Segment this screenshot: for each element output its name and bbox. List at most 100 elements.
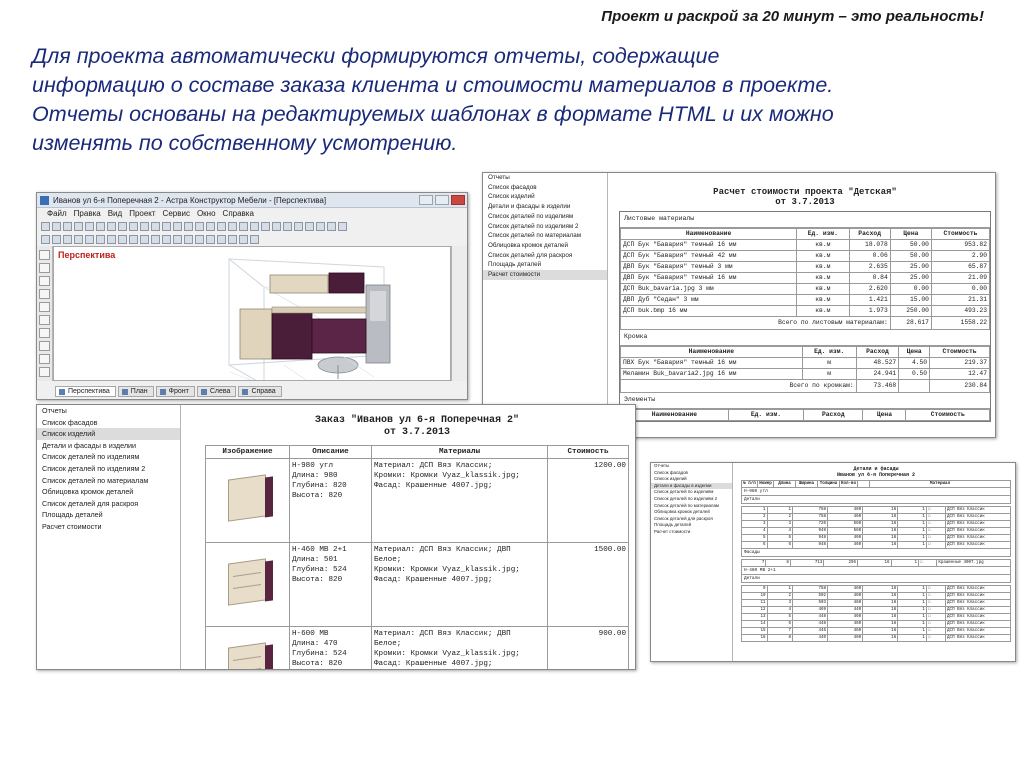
toolbar-button-icon[interactable]	[294, 222, 303, 231]
toolbar-button-icon[interactable]	[206, 235, 215, 244]
tool-icon[interactable]	[39, 289, 50, 299]
report-list-item[interactable]: Детали и фасады в изделии	[651, 482, 732, 490]
toolbar-button-icon[interactable]	[129, 235, 138, 244]
toolbar-button-icon[interactable]	[41, 235, 50, 244]
toolbar-button-icon[interactable]	[272, 222, 281, 231]
tab-right[interactable]: Справа	[238, 386, 282, 397]
toolbar-button-icon[interactable]	[129, 222, 138, 231]
tool-icon[interactable]	[39, 328, 50, 338]
toolbar-button-icon[interactable]	[206, 222, 215, 231]
toolbar-button-icon[interactable]	[327, 222, 336, 231]
toolbar-button-icon[interactable]	[338, 222, 347, 231]
menu-service[interactable]: Сервис	[163, 208, 190, 220]
minimize-icon[interactable]	[419, 195, 433, 205]
report-list-item[interactable]: Площадь деталей	[651, 522, 732, 529]
report-list-item[interactable]: Список фасадов	[483, 183, 607, 193]
toolbar-button-icon[interactable]	[118, 222, 127, 231]
report-list-item[interactable]: Площадь деталей	[483, 260, 607, 270]
report-list-item[interactable]: Список деталей для раскроя	[483, 251, 607, 261]
toolbar-button-icon[interactable]	[74, 235, 83, 244]
toolbar-button-icon[interactable]	[305, 222, 314, 231]
toolbar-button-icon[interactable]	[140, 235, 149, 244]
toolbar-button-icon[interactable]	[162, 235, 171, 244]
toolbar-button-icon[interactable]	[217, 222, 226, 231]
tool-icon[interactable]	[39, 315, 50, 325]
report-list-item[interactable]: Список деталей по материалам	[483, 231, 607, 241]
report-list-item[interactable]: Список деталей для раскроя	[37, 498, 180, 510]
toolbar-button-icon[interactable]	[228, 222, 237, 231]
tool-icon[interactable]	[39, 250, 50, 260]
report-list-item[interactable]: Площадь деталей	[37, 509, 180, 521]
toolbar-button-icon[interactable]	[195, 222, 204, 231]
toolbar-button-icon[interactable]	[250, 222, 259, 231]
toolbar-button-icon[interactable]	[195, 235, 204, 244]
report-list-item[interactable]: Список фасадов	[651, 470, 732, 477]
report-list-item[interactable]: Список деталей по изделиям	[651, 489, 732, 496]
toolbar-button-icon[interactable]	[107, 235, 116, 244]
tool-icon[interactable]	[39, 302, 50, 312]
tool-icon[interactable]	[39, 276, 50, 286]
toolbar-button-icon[interactable]	[151, 235, 160, 244]
report-list-item[interactable]: Список изделий	[483, 192, 607, 202]
report-list-item[interactable]: Облицовка кромок деталей	[483, 241, 607, 251]
menu-file[interactable]: Файл	[47, 208, 67, 220]
menu-project[interactable]: Проект	[129, 208, 155, 220]
toolbar-button-icon[interactable]	[63, 222, 72, 231]
toolbar-button-icon[interactable]	[74, 222, 83, 231]
toolbar-button-icon[interactable]	[173, 222, 182, 231]
report-list-item[interactable]: Список деталей по изделиям	[483, 212, 607, 222]
report-list-item[interactable]: Облицовка кромок деталей	[37, 486, 180, 498]
tool-icon[interactable]	[39, 367, 50, 377]
toolbar-button-icon[interactable]	[118, 235, 127, 244]
tool-icon[interactable]	[39, 341, 50, 351]
menu-edit[interactable]: Правка	[74, 208, 101, 220]
maximize-icon[interactable]	[435, 195, 449, 205]
report-list-item[interactable]: Список деталей для раскроя	[651, 516, 732, 523]
tab-plan[interactable]: План	[117, 386, 154, 397]
menu-view[interactable]: Вид	[108, 208, 122, 220]
toolbar-button-icon[interactable]	[85, 222, 94, 231]
report-list-item[interactable]: Список деталей по изделиям 2	[483, 222, 607, 232]
toolbar-button-icon[interactable]	[52, 222, 61, 231]
report-list-item[interactable]: Расчет стоимости	[651, 529, 732, 536]
close-icon[interactable]	[451, 195, 465, 205]
report-list-item[interactable]: Список деталей по материалам	[37, 475, 180, 487]
toolbar-button-icon[interactable]	[173, 235, 182, 244]
toolbar-button-icon[interactable]	[184, 235, 193, 244]
report-list-item[interactable]: Список деталей по изделиям	[37, 451, 180, 463]
report-list-item[interactable]: Расчет стоимости	[483, 270, 607, 280]
toolbar-button-icon[interactable]	[184, 222, 193, 231]
toolbar-button-icon[interactable]	[239, 222, 248, 231]
toolbar-button-icon[interactable]	[283, 222, 292, 231]
tab-left[interactable]: Слева	[196, 386, 237, 397]
toolbar-button-icon[interactable]	[85, 235, 94, 244]
tab-perspective[interactable]: Перспектива	[55, 386, 116, 397]
toolbar-button-icon[interactable]	[63, 235, 72, 244]
toolbar-button-icon[interactable]	[107, 222, 116, 231]
menu-window[interactable]: Окно	[197, 208, 216, 220]
report-list-item[interactable]: Детали и фасады в изделии	[37, 440, 180, 452]
report-list-item[interactable]: Список изделий	[651, 476, 732, 483]
toolbar-button-icon[interactable]	[96, 222, 105, 231]
report-list-item[interactable]: Список изделий	[37, 428, 180, 440]
toolbar-button-icon[interactable]	[96, 235, 105, 244]
toolbar-button-icon[interactable]	[239, 235, 248, 244]
toolbar-button-icon[interactable]	[217, 235, 226, 244]
toolbar-button-icon[interactable]	[261, 222, 270, 231]
report-list-item[interactable]: Расчет стоимости	[37, 521, 180, 533]
report-list-item[interactable]: Список фасадов	[37, 417, 180, 429]
toolbar-button-icon[interactable]	[140, 222, 149, 231]
menu-help[interactable]: Справка	[223, 208, 254, 220]
tool-icon[interactable]	[39, 354, 50, 364]
report-list-item[interactable]: Облицовка кромок деталей	[651, 509, 732, 516]
tool-icon[interactable]	[39, 263, 50, 273]
tab-front[interactable]: Фронт	[155, 386, 195, 397]
report-list-item[interactable]: Список деталей по материалам	[651, 503, 732, 510]
report-list-item[interactable]: Список деталей по изделиям 2	[651, 496, 732, 503]
toolbar-button-icon[interactable]	[316, 222, 325, 231]
toolbar-button-icon[interactable]	[162, 222, 171, 231]
toolbar-button-icon[interactable]	[228, 235, 237, 244]
toolbar-button-icon[interactable]	[250, 235, 259, 244]
perspective-viewport[interactable]: Перспектива	[53, 246, 451, 381]
report-list-item[interactable]: Список деталей по изделиям 2	[37, 463, 180, 475]
